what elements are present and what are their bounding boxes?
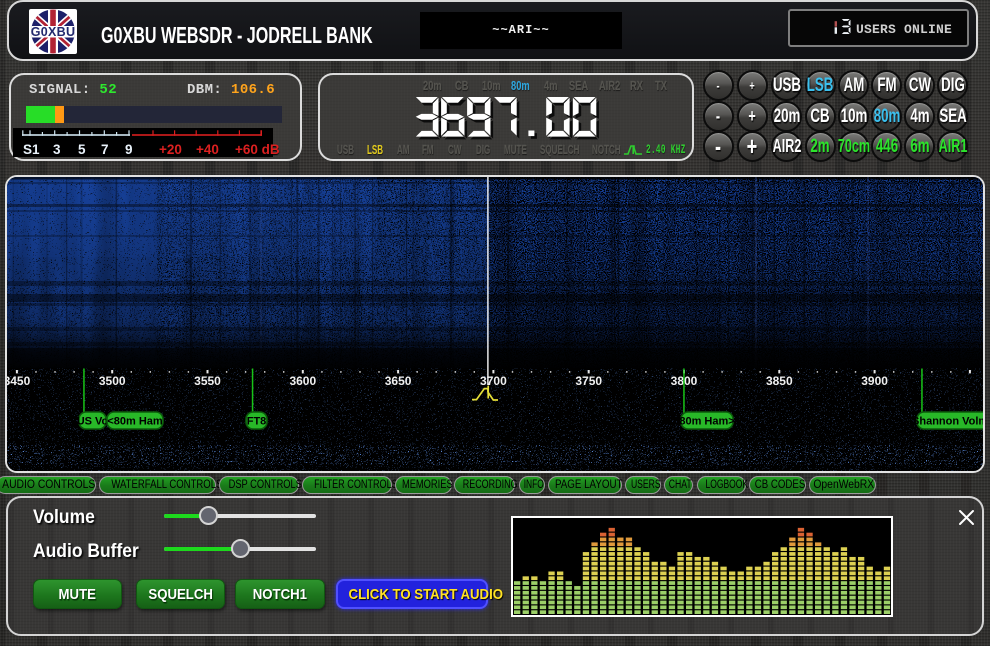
svg-text:3900: 3900 [861, 374, 888, 388]
svg-text:3450: 3450 [7, 374, 31, 388]
svg-text:3750: 3750 [575, 374, 602, 388]
svg-text:3850: 3850 [766, 374, 793, 388]
svg-text:80m Ham>: 80m Ham> [679, 416, 734, 428]
svg-text:G0XBU: G0XBU [31, 25, 76, 39]
svg-text:Shannon Volmet: Shannon Volmet [912, 416, 983, 428]
svg-text:FT8: FT8 [247, 416, 267, 428]
svg-text:3650: 3650 [385, 374, 412, 388]
svg-text:3500: 3500 [99, 374, 126, 388]
svg-text:<80m Ham: <80m Ham [107, 416, 163, 428]
svg-text:3550: 3550 [194, 374, 221, 388]
svg-text:3700: 3700 [480, 374, 507, 388]
svg-text:US Vo: US Vo [77, 416, 109, 428]
svg-text:3600: 3600 [289, 374, 316, 388]
